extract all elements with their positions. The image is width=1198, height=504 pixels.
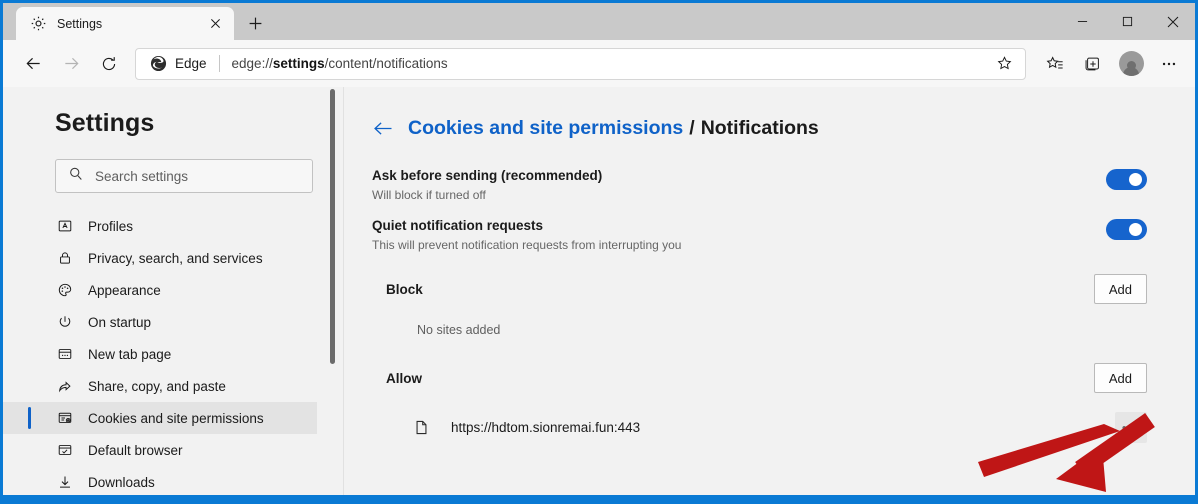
minimize-icon[interactable] <box>1060 3 1105 40</box>
setting-title: Quiet notification requests <box>372 218 544 233</box>
add-allow-site-button[interactable]: Add <box>1093 363 1147 393</box>
sidebar-item-label: New tab page <box>88 346 172 362</box>
sidebar-item-cookies-and-site-permissions[interactable]: Cookies and site permissions <box>3 402 317 434</box>
settings-sidebar: Settings Search settings Profiles Privac… <box>3 87 344 495</box>
site-url: https://hdtom.sionremai.fun:443 <box>451 420 641 435</box>
share-icon <box>55 378 74 394</box>
sidebar-item-label: Default browser <box>88 442 183 458</box>
sidebar-item-label: Profiles <box>88 218 134 234</box>
sidebar-item-share-copy-paste[interactable]: Share, copy, and paste <box>3 370 343 402</box>
palette-icon <box>55 282 74 298</box>
url-suffix: /content/notifications <box>324 56 448 71</box>
toggle-knob <box>1129 173 1142 186</box>
sidebar-item-appearance[interactable]: Appearance <box>3 274 343 306</box>
breadcrumb: Cookies and site permissions / Notificat… <box>372 117 1195 140</box>
new-tab-button[interactable] <box>240 9 270 37</box>
avatar <box>1118 51 1144 76</box>
setting-description: This will prevent notification requests … <box>372 238 682 252</box>
sidebar-item-label: Appearance <box>88 282 161 298</box>
gear-icon <box>30 15 47 32</box>
setting-text: Ask before sending (recommended) Will bl… <box>372 168 1106 202</box>
back-arrow-icon[interactable] <box>17 48 49 80</box>
maximize-icon[interactable] <box>1105 3 1150 40</box>
block-header: Block Add <box>372 274 1147 304</box>
new-tab-page-icon <box>55 346 74 362</box>
search-input[interactable]: Search settings <box>55 159 313 193</box>
download-icon <box>55 474 74 490</box>
address-bar[interactable]: Edge edge://settings/content/notificatio… <box>135 47 1026 80</box>
allow-header: Allow Add <box>372 363 1147 393</box>
default-browser-icon <box>55 442 74 458</box>
setting-title: Ask before sending (recommended) <box>372 168 603 183</box>
divider <box>218 55 220 72</box>
sidebar-item-label: On startup <box>88 314 152 330</box>
cookies-icon <box>55 410 74 426</box>
allow-section: Allow Add https://hdtom.sionremai.fun:44… <box>372 363 1195 443</box>
close-window-icon[interactable] <box>1150 3 1195 40</box>
section-title: Block <box>386 281 423 297</box>
ellipsis-icon[interactable] <box>1152 48 1186 80</box>
back-arrow-icon[interactable] <box>372 120 394 137</box>
sidebar-scrollbar[interactable] <box>330 89 335 364</box>
search-container: Search settings <box>3 138 343 193</box>
profile-card-icon <box>55 218 74 234</box>
url-text: edge://settings/content/notifications <box>232 56 989 71</box>
setting-ask-before-sending: Ask before sending (recommended) Will bl… <box>372 168 1195 202</box>
window-bottom-border <box>3 495 1195 501</box>
star-add-icon[interactable] <box>989 50 1019 78</box>
section-title: Allow <box>386 370 422 386</box>
toggle-knob <box>1129 223 1142 236</box>
title-bar: Settings <box>3 3 1195 40</box>
favorites-icon[interactable] <box>1038 48 1072 80</box>
search-placeholder: Search settings <box>95 168 189 184</box>
sidebar-item-profiles[interactable]: Profiles <box>3 210 343 242</box>
site-more-options-button[interactable]: ••• <box>1115 412 1147 443</box>
toggle-quiet-notification-requests[interactable] <box>1106 219 1147 240</box>
setting-quiet-notification-requests: Quiet notification requests This will pr… <box>372 218 1195 252</box>
refresh-icon[interactable] <box>93 48 125 80</box>
window-controls <box>1060 3 1195 40</box>
sidebar-item-privacy[interactable]: Privacy, search, and services <box>3 242 343 274</box>
browser-window: Settings Edge edge://settings/content/no… <box>0 0 1198 504</box>
sidebar-item-downloads[interactable]: Downloads <box>3 466 343 495</box>
list-item: https://hdtom.sionremai.fun:443 ••• <box>372 412 1147 443</box>
block-section: Block Add No sites added <box>372 274 1195 337</box>
lock-icon <box>55 250 74 266</box>
page-title: Settings <box>55 109 155 137</box>
sidebar-item-label: Share, copy, and paste <box>88 378 226 394</box>
page-body: Settings Search settings Profiles Privac… <box>3 87 1195 495</box>
sidebar-item-default-browser[interactable]: Default browser <box>3 434 343 466</box>
toggle-ask-before-sending[interactable] <box>1106 169 1147 190</box>
sidebar-item-label: Cookies and site permissions <box>88 410 264 426</box>
add-block-site-button[interactable]: Add <box>1093 274 1147 304</box>
browser-tab-settings[interactable]: Settings <box>16 7 234 40</box>
forward-arrow-icon[interactable] <box>55 48 87 80</box>
settings-content: Cookies and site permissions / Notificat… <box>344 87 1195 495</box>
search-icon <box>68 166 84 187</box>
profile-avatar[interactable] <box>1114 48 1148 80</box>
sidebar-nav: Profiles Privacy, search, and services A… <box>3 210 343 495</box>
url-bold: settings <box>272 56 325 71</box>
page-icon <box>412 419 431 436</box>
breadcrumb-separator: / <box>689 117 695 139</box>
breadcrumb-current: Notifications <box>700 117 819 139</box>
close-icon[interactable] <box>204 13 226 35</box>
power-icon <box>55 314 74 330</box>
tab-title: Settings <box>57 16 103 31</box>
breadcrumb-parent-link[interactable]: Cookies and site permissions <box>408 117 683 140</box>
setting-text: Quiet notification requests This will pr… <box>372 218 1106 252</box>
sidebar-item-label: Privacy, search, and services <box>88 250 263 266</box>
sidebar-item-new-tab-page[interactable]: New tab page <box>3 338 343 370</box>
sidebar-item-label: Downloads <box>88 474 155 490</box>
sidebar-item-on-startup[interactable]: On startup <box>3 306 343 338</box>
edge-logo-icon <box>150 55 167 72</box>
block-empty-text: No sites added <box>417 323 501 337</box>
identity-label: Edge <box>175 56 207 71</box>
setting-description: Will block if turned off <box>372 188 486 202</box>
collections-icon[interactable] <box>1076 48 1110 80</box>
url-prefix: edge:// <box>231 56 273 71</box>
browser-toolbar: Edge edge://settings/content/notificatio… <box>3 40 1195 87</box>
